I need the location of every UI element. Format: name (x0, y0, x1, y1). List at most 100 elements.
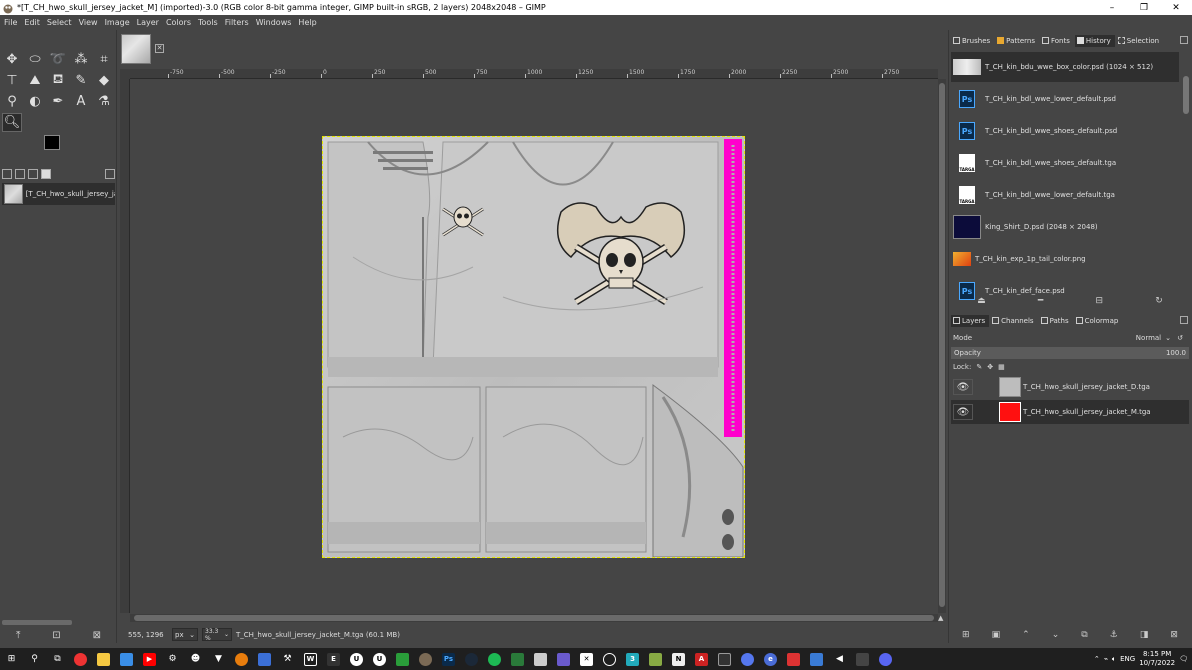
foreground-color[interactable] (44, 135, 60, 150)
layers-dock-menu-icon[interactable] (1180, 316, 1188, 324)
tab-history[interactable]: History (1074, 34, 1115, 47)
layer-row[interactable]: 👁︎ T_CH_hwo_skull_jersey_jacket_D.tga (951, 375, 1189, 399)
vertical-scrollbar[interactable] (938, 79, 946, 613)
app-icon[interactable]: e (759, 648, 782, 670)
menu-colors[interactable]: Colors (166, 18, 191, 27)
image-list-item[interactable]: [T_CH_hwo_skull_jersey_jac (2, 183, 115, 205)
history-item[interactable]: Ps T_CH_kin_bdl_wwe_shoes_default.psd (951, 116, 1179, 146)
unreal-engine-icon[interactable]: U (345, 648, 368, 670)
network-icon[interactable]: ⌁ (1104, 655, 1108, 663)
tab-patterns[interactable]: Patterns (995, 35, 1039, 47)
menu-tools[interactable]: Tools (198, 18, 218, 27)
tab-colormap[interactable]: Colormap (1074, 315, 1123, 327)
language-indicator[interactable]: ENG (1120, 655, 1135, 663)
templates-tab-icon[interactable] (41, 168, 51, 179)
visibility-eye-icon[interactable]: 👁︎ (953, 379, 973, 395)
notifications-icon[interactable]: 🗨︎ (1179, 655, 1188, 663)
tab-channels[interactable]: Channels (990, 315, 1037, 327)
fuzzy-select-icon[interactable]: ⁂ (71, 50, 91, 69)
maximize-button[interactable]: ❐ (1128, 0, 1160, 15)
task-view-icon[interactable]: ⧉ (46, 648, 69, 670)
delete-layer-icon[interactable]: ⊠ (1170, 630, 1178, 642)
color-swatches[interactable] (44, 135, 72, 161)
search-icon[interactable]: ⚲ (23, 648, 46, 670)
zoom-selector[interactable]: 33.3 % ⌄ (202, 628, 232, 642)
capcut-icon[interactable]: ✕ (575, 648, 598, 670)
canvas-area[interactable] (130, 80, 938, 613)
app-icon[interactable] (713, 648, 736, 670)
left-dock-scrollbar[interactable] (2, 620, 72, 625)
gimp-icon[interactable] (414, 648, 437, 670)
anchor-layer-icon[interactable]: ⚓︎ (1110, 630, 1118, 642)
zoom-tool-icon[interactable]: 🔍︎ (2, 113, 22, 132)
unit-selector[interactable]: px ⌄ (172, 628, 198, 641)
file-explorer-icon[interactable] (92, 648, 115, 670)
vertical-ruler[interactable] (120, 79, 130, 613)
mask-app-icon[interactable]: ☻ (184, 648, 207, 670)
close-button[interactable]: ✕ (1160, 0, 1192, 15)
top-dock-menu-icon[interactable] (1180, 36, 1188, 44)
new-group-icon[interactable]: ▣ (992, 630, 1001, 642)
history-item[interactable]: Ps T_CH_kin_bdl_wwe_lower_default.psd (951, 84, 1179, 114)
menu-file[interactable]: File (4, 18, 17, 27)
menu-help[interactable]: Help (298, 18, 316, 27)
windows-start-icon[interactable]: ⊞ (0, 648, 23, 670)
app-icon[interactable] (736, 648, 759, 670)
lock-pixels-icon[interactable]: ✎ (976, 363, 982, 371)
color-picker-icon[interactable]: ⚗ (94, 92, 114, 111)
lock-position-icon[interactable]: ✥ (987, 363, 993, 371)
menu-layer[interactable]: Layer (137, 18, 159, 27)
horizontal-scrollbar[interactable] (130, 614, 938, 622)
tab-layers[interactable]: Layers (951, 314, 990, 327)
dock-menu-icon[interactable] (105, 168, 115, 179)
opacity-slider[interactable]: Opacity 100.0 (951, 347, 1189, 359)
history-item[interactable]: King_Shirt_D.psd (2048 × 2048) (951, 212, 1179, 242)
text-tool-icon[interactable]: A (71, 92, 91, 111)
smudge-tool-icon[interactable]: ◐ (25, 92, 45, 111)
youtube-icon[interactable]: ▶ (138, 648, 161, 670)
document-history-tab-icon[interactable] (15, 168, 25, 179)
image-tab-close-icon[interactable]: ✕ (155, 44, 164, 53)
menu-filters[interactable]: Filters (225, 18, 249, 27)
mode-select[interactable]: Normal ⌄ (1111, 334, 1171, 342)
warp-tool-icon[interactable]: ⛰ (25, 71, 45, 90)
image-tab-thumbnail[interactable] (121, 34, 151, 64)
clone-tool-icon[interactable]: ⚲ (2, 92, 22, 111)
settings-gear-icon[interactable]: ⚙ (161, 648, 184, 670)
shield-icon[interactable] (391, 648, 414, 670)
photoshop-taskbar-icon[interactable]: Ps (437, 648, 460, 670)
app-icon[interactable] (552, 648, 575, 670)
minimize-button[interactable]: – (1096, 0, 1128, 15)
texture-image[interactable] (322, 136, 745, 558)
tab-paths[interactable]: Paths (1039, 315, 1073, 327)
menu-image[interactable]: Image (105, 18, 130, 27)
app-icon[interactable] (644, 648, 667, 670)
history-item[interactable]: T_CH_kin_exp_1p_tail_color.png (951, 244, 1179, 274)
ruler-corner[interactable] (120, 69, 130, 79)
app-icon[interactable] (529, 648, 552, 670)
align-tool-icon[interactable]: ⊤ (2, 71, 22, 90)
remove-entry-icon[interactable]: ━ (1038, 296, 1043, 308)
duplicate-layer-icon[interactable]: ⧉ (1081, 630, 1087, 642)
vertical-scroll-thumb[interactable] (939, 83, 945, 607)
spotify-icon[interactable] (483, 648, 506, 670)
ellipse-select-icon[interactable]: ⬭ (25, 50, 45, 69)
tab-fonts[interactable]: Fonts (1040, 35, 1074, 47)
app-icon[interactable]: ▼ (207, 648, 230, 670)
steam-icon[interactable] (460, 648, 483, 670)
menu-edit[interactable]: Edit (24, 18, 40, 27)
raise-view-icon[interactable]: ⤒ (16, 630, 20, 641)
paintbrush-icon[interactable]: ✎ (71, 71, 91, 90)
volume-icon[interactable]: 🔈︎ (1112, 655, 1116, 664)
app-icon[interactable] (598, 648, 621, 670)
app-icon[interactable] (782, 648, 805, 670)
lock-alpha-icon[interactable]: ▦ (998, 363, 1005, 371)
lower-layer-icon[interactable]: ⌄ (1052, 630, 1060, 642)
clear-history-icon[interactable]: ⊟ (1096, 296, 1104, 308)
app-icon[interactable]: ◀ (828, 648, 851, 670)
history-item[interactable]: TARGA T_CH_kin_bdl_wwe_shoes_default.tga (951, 148, 1179, 178)
tab-brushes[interactable]: Brushes (951, 35, 994, 47)
app-icon[interactable]: W (299, 648, 322, 670)
history-item[interactable]: T_CH_kin_bdu_wwe_box_color.psd (1024 × 5… (951, 52, 1179, 82)
app-icon[interactable]: A (690, 648, 713, 670)
